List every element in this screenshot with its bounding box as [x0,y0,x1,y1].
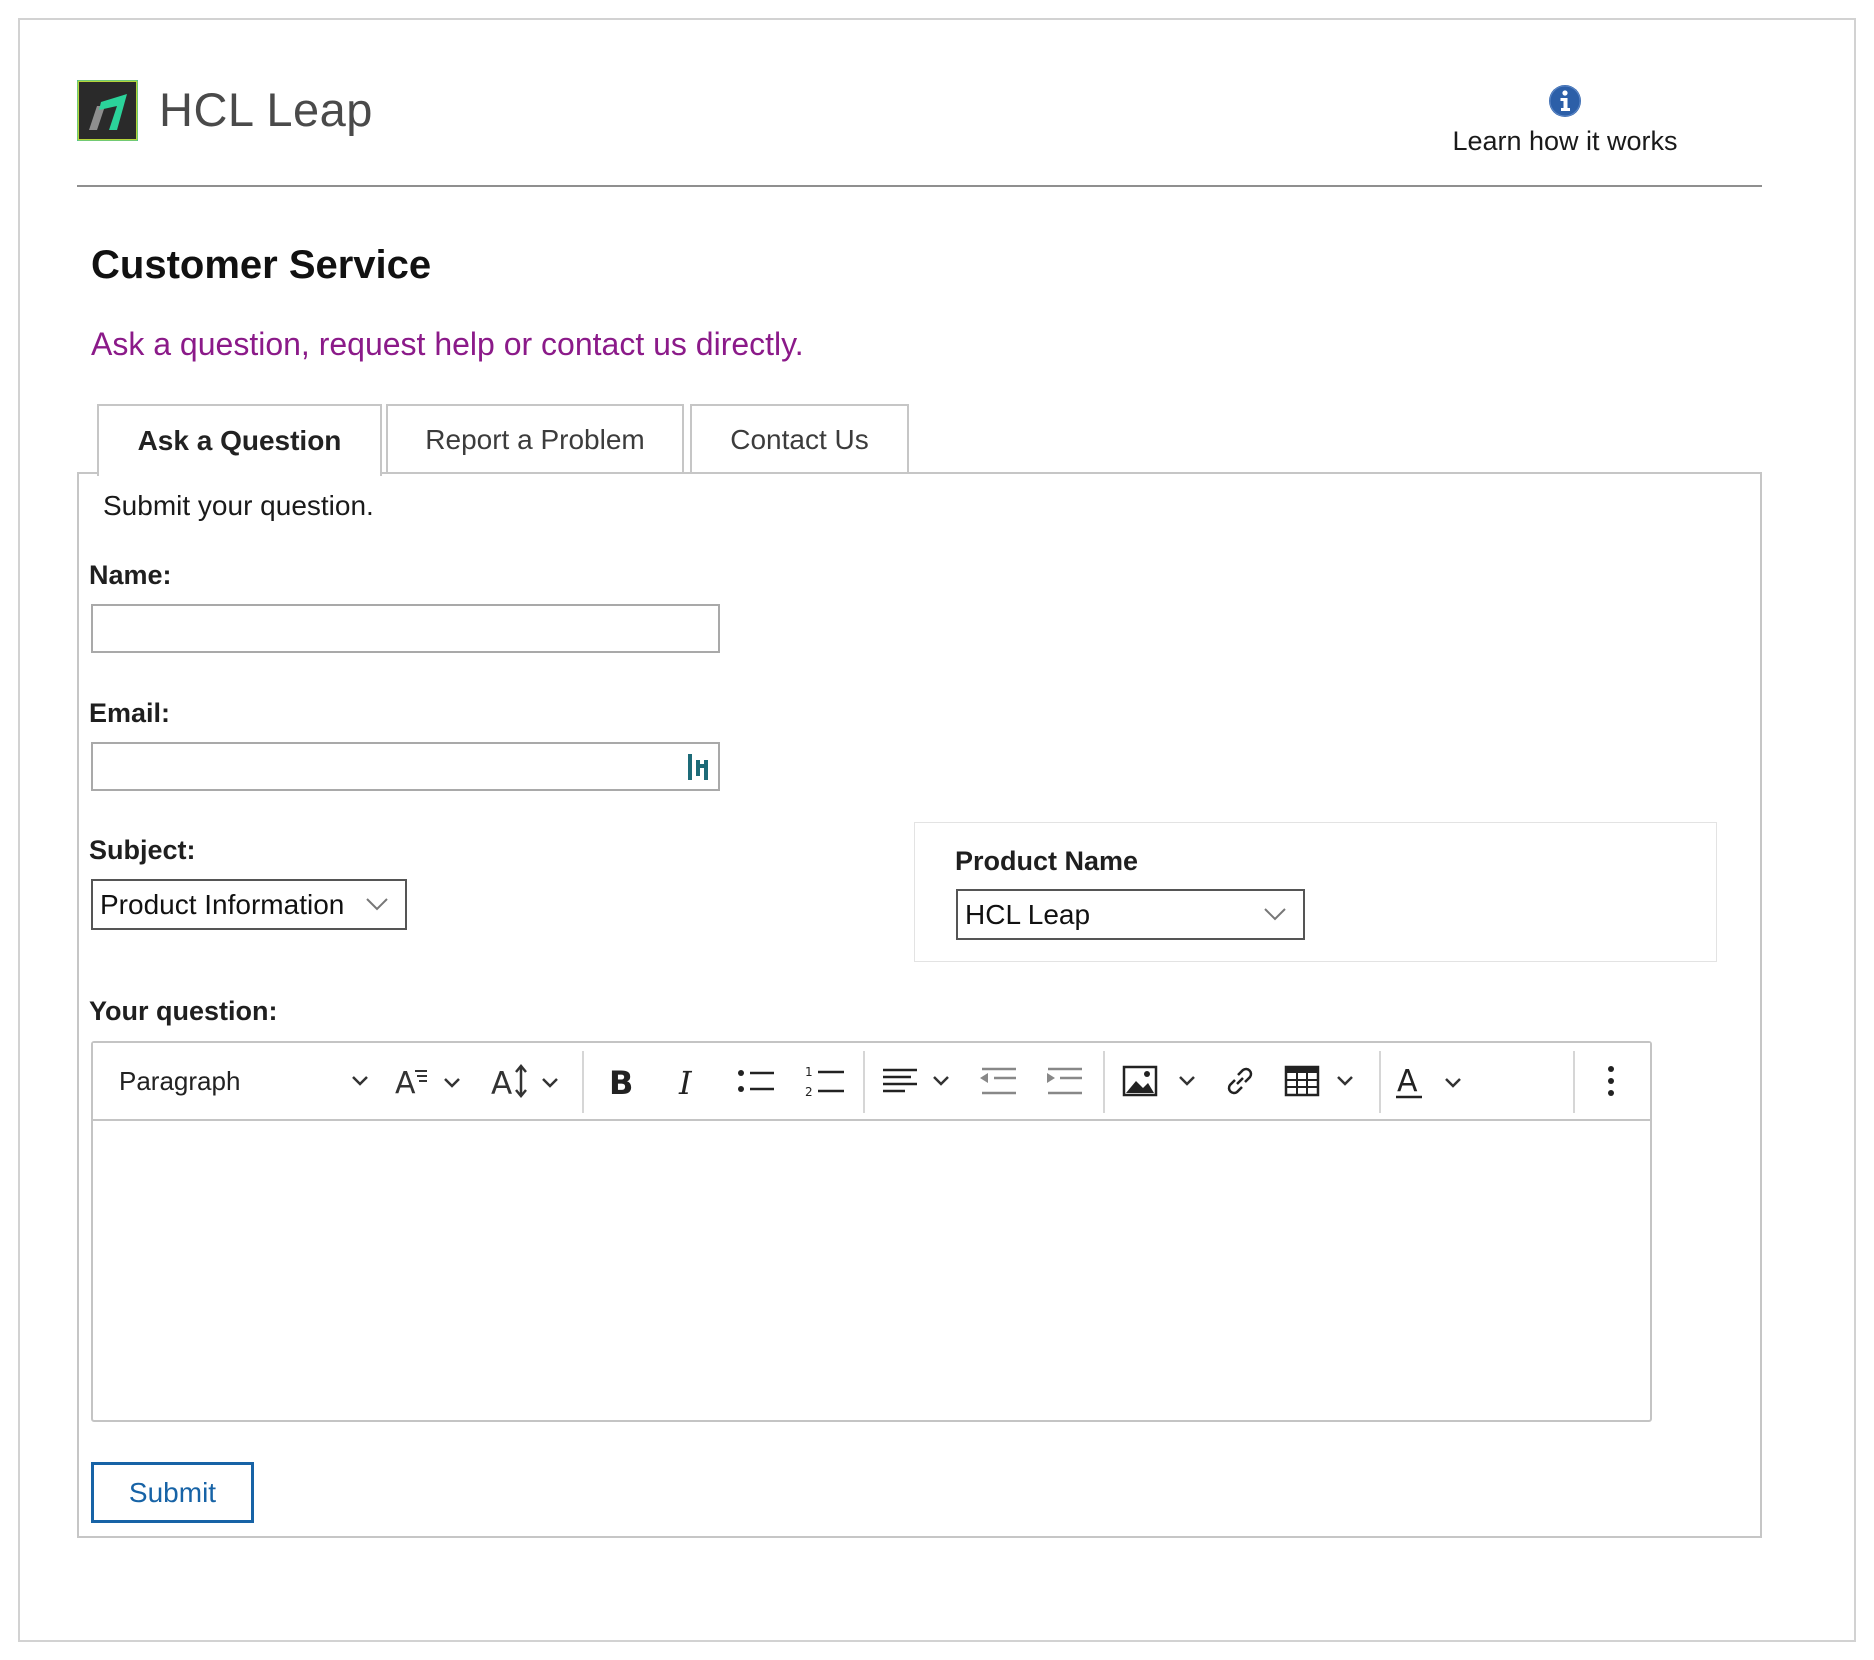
font-color-button[interactable]: A [1393,1057,1469,1105]
outdent-button[interactable] [973,1057,1023,1105]
subject-select[interactable]: Product Information [91,879,407,930]
chevron-down-icon [352,1076,368,1086]
svg-text:A: A [491,1066,512,1101]
bold-icon: B [609,1064,633,1101]
header-divider [77,185,1762,187]
font-family-icon: A [395,1066,460,1101]
page-title: Customer Service [91,243,432,287]
svg-text:A: A [395,1066,416,1101]
brand-name: HCL Leap [159,83,373,136]
question-label: Your question: [89,996,278,1026]
font-size-button[interactable]: A [491,1057,565,1105]
toolbar-separator [863,1051,865,1113]
svg-text:B: B [609,1064,633,1101]
chevron-down-icon [366,898,388,911]
product-name-select-value: HCL Leap [965,898,1091,930]
svg-text:A: A [1397,1064,1418,1099]
italic-icon: I [678,1064,693,1101]
product-name-select[interactable]: HCL Leap [956,889,1305,940]
indent-button[interactable] [1039,1057,1089,1105]
more-vertical-icon [1608,1066,1614,1096]
toolbar-separator [582,1051,584,1113]
paragraph-format-label: Paragraph [119,1065,241,1096]
indent-icon [1047,1067,1082,1095]
email-field[interactable] [91,742,720,791]
insert-image-button[interactable] [1121,1057,1205,1105]
alignment-button[interactable] [881,1057,957,1105]
subject-select-value: Product Information [100,888,345,920]
link-icon [1227,1067,1253,1095]
toolbar-separator [1379,1051,1381,1113]
bulleted-list-button[interactable] [729,1057,783,1105]
question-editor-area[interactable] [93,1121,1650,1420]
editor-toolbar: Paragraph A A B I 1 2 A [93,1043,1650,1121]
bold-button[interactable]: B [597,1057,647,1105]
italic-button[interactable]: I [663,1057,713,1105]
product-name-label: Product Name [955,846,1139,876]
svg-text:1: 1 [805,1065,813,1079]
table-icon [1284,1065,1353,1097]
toolbar-separator [1573,1051,1575,1113]
svg-text:I: I [678,1064,693,1101]
tab-contact-us[interactable]: Contact Us [690,404,909,474]
info-icon [1549,85,1581,117]
subject-label: Subject: [89,835,196,865]
font-family-button[interactable]: A [393,1057,467,1105]
tab-report-a-problem[interactable]: Report a Problem [386,404,684,474]
hcl-leap-logo [77,80,138,141]
font-color-icon: A [1396,1064,1461,1099]
learn-link-label: Learn how it works [1452,126,1678,156]
toolbar-separator [1103,1051,1105,1113]
learn-how-it-works-link[interactable]: Learn how it works [1440,84,1690,166]
name-label: Name: [89,560,172,590]
submit-button[interactable]: Submit [91,1462,254,1523]
outdent-icon [980,1067,1016,1095]
rich-text-editor: Paragraph A A B I 1 2 A [91,1041,1652,1422]
image-icon [1122,1065,1195,1097]
link-button[interactable] [1215,1057,1265,1105]
numbered-list-icon: 1 2 [805,1065,844,1099]
chevron-down-icon [1264,908,1286,921]
bulleted-list-icon [738,1070,774,1092]
email-label: Email: [89,698,171,728]
font-size-icon: A [491,1064,558,1101]
numbered-list-button[interactable]: 1 2 [797,1057,853,1105]
insert-table-button[interactable] [1283,1057,1363,1105]
align-left-icon [883,1068,949,1093]
page-subtitle: Ask a question, request help or contact … [91,326,804,362]
more-options-button[interactable] [1591,1057,1631,1105]
name-field[interactable] [91,604,720,653]
tab-ask-a-question[interactable]: Ask a Question [97,404,382,476]
form-intro: Submit your question. [103,490,374,521]
password-manager-icon[interactable] [688,752,712,782]
paragraph-format-dropdown[interactable]: Paragraph [119,1057,369,1105]
svg-text:2: 2 [805,1085,813,1099]
